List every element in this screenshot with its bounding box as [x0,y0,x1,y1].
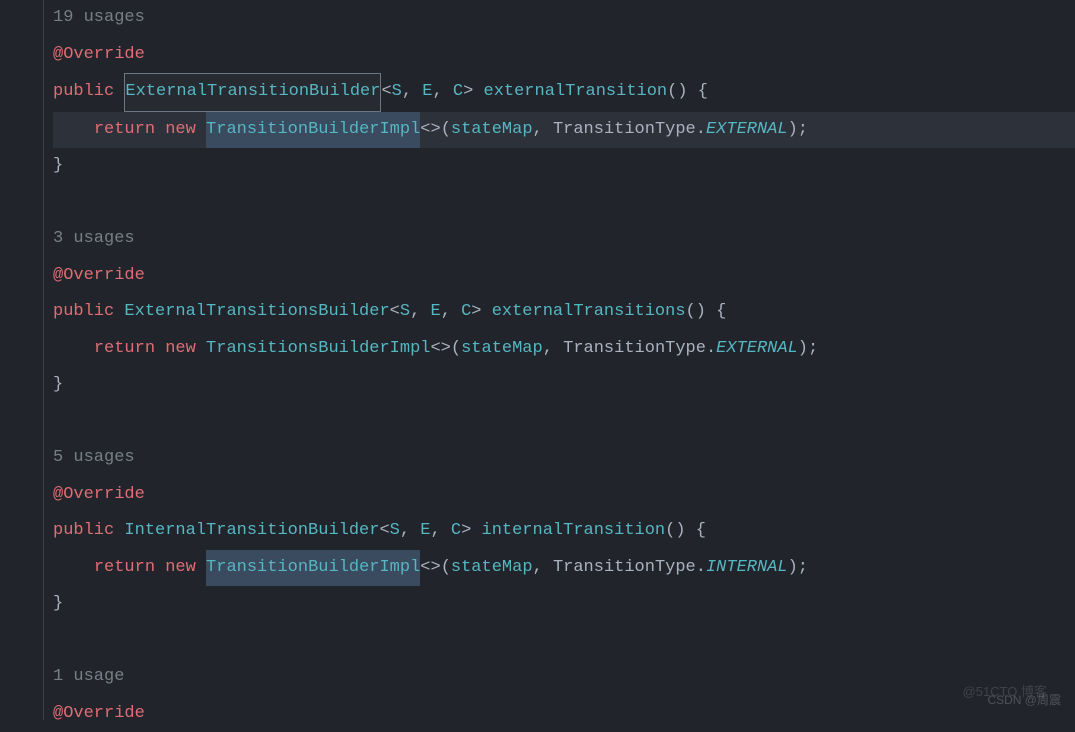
blank-line [53,185,1075,222]
annotation-line[interactable]: @Override [53,477,1075,514]
annotation-line[interactable]: @Override [53,258,1075,295]
return-type-boxed[interactable]: ExternalTransitionBuilder [124,73,381,112]
impl-class-selected[interactable]: TransitionBuilderImpl [206,550,420,587]
method-signature[interactable]: public ExternalTransitionBuilder<S, E, C… [53,73,1075,112]
blank-line [53,404,1075,441]
method-signature[interactable]: public InternalTransitionBuilder<S, E, C… [53,513,1075,550]
annotation-line[interactable]: @Override [53,37,1075,74]
annotation-line[interactable]: @Override [53,696,1075,732]
usages-hint[interactable]: 5 usages [53,440,1075,477]
return-line[interactable]: return new TransitionsBuilderImpl<>(stat… [53,331,1075,368]
usages-hint[interactable]: 1 usage [53,659,1075,696]
gutter [0,0,44,720]
usages-hint[interactable]: 3 usages [53,221,1075,258]
watermark-text: CSDN @周震 [987,682,1061,719]
close-brace[interactable]: } [53,586,1075,623]
close-brace[interactable]: } [53,367,1075,404]
code-editor[interactable]: 19 usages @Override public ExternalTrans… [0,0,1075,732]
blank-line [53,623,1075,660]
return-line[interactable]: return new TransitionBuilderImpl<>(state… [53,550,1075,587]
usages-hint[interactable]: 19 usages [53,0,1075,37]
return-line-highlighted[interactable]: return new TransitionBuilderImpl<>(state… [53,112,1075,149]
impl-class-selected[interactable]: TransitionBuilderImpl [206,112,420,149]
method-signature[interactable]: public ExternalTransitionsBuilder<S, E, … [53,294,1075,331]
close-brace[interactable]: } [53,148,1075,185]
